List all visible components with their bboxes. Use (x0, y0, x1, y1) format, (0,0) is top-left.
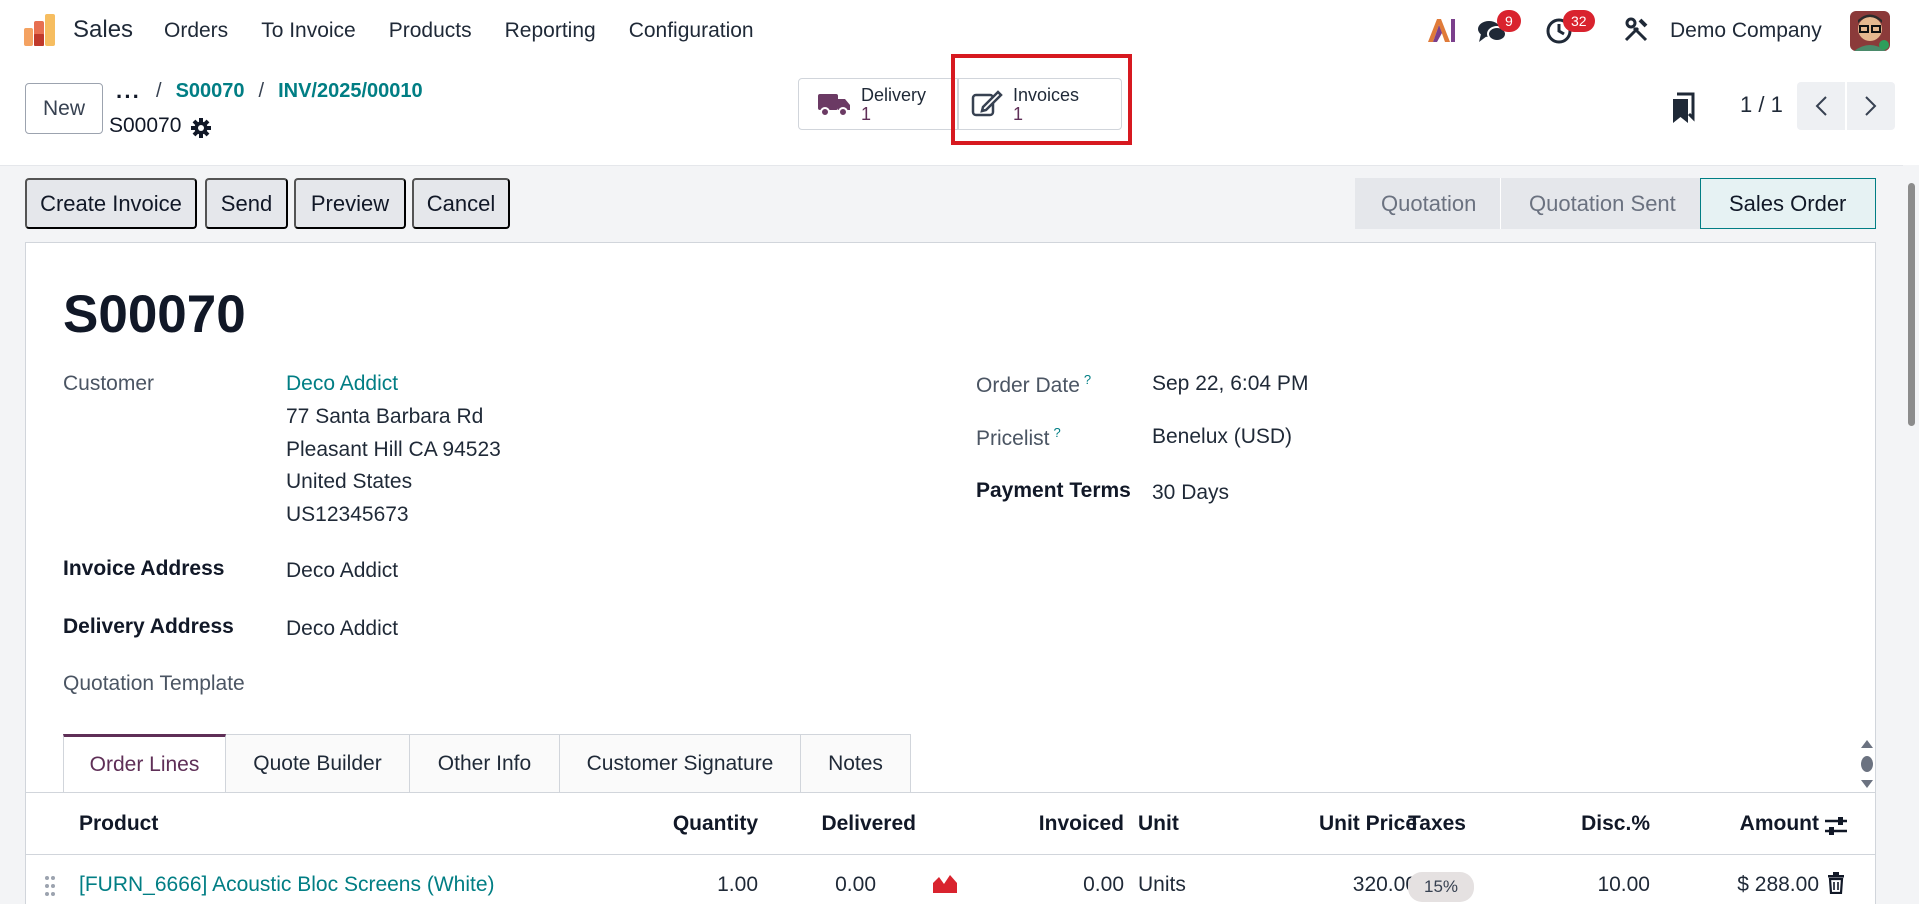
stage-quotation-sent[interactable]: Quotation Sent (1500, 178, 1700, 229)
row-quantity[interactable]: 1.00 (717, 873, 758, 897)
main-menu: Orders To Invoice Products Reporting Con… (164, 19, 787, 43)
invoice-address-label: Invoice Address (63, 557, 225, 580)
payment-terms-field[interactable]: 30 Days (1152, 481, 1229, 505)
customer-vat: US12345673 (286, 503, 409, 526)
status-bar: Quotation Quotation Sent Sales Order (1355, 178, 1876, 229)
delivery-smart-button[interactable]: Delivery 1 (798, 78, 958, 130)
sales-app-icon[interactable] (22, 12, 58, 48)
customer-address-line: 77 Santa Barbara Rd (286, 405, 484, 428)
gear-icon[interactable] (190, 117, 212, 139)
delivery-address-label: Delivery Address (63, 615, 234, 638)
order-lines-header: Product Quantity Delivered Invoiced Unit… (25, 795, 1876, 855)
activities-badge: 32 (1563, 10, 1595, 32)
debug-tools-icon[interactable] (1623, 17, 1649, 43)
column-header-unit-price[interactable]: Unit Price (1319, 812, 1417, 836)
row-invoiced: 0.00 (1083, 873, 1124, 896)
tab-other-info[interactable]: Other Info (410, 734, 560, 792)
quotation-template-label: Quotation Template (63, 672, 245, 695)
stage-quotation[interactable]: Quotation (1355, 178, 1500, 229)
column-header-invoiced[interactable]: Invoiced (1039, 812, 1124, 836)
create-invoice-button[interactable]: Create Invoice (25, 178, 197, 229)
chevron-left-icon (1815, 96, 1827, 116)
app-name[interactable]: Sales (73, 16, 133, 44)
delivery-address-field[interactable]: Deco Addict (286, 617, 398, 641)
user-avatar[interactable] (1850, 11, 1890, 51)
cancel-button[interactable]: Cancel (412, 178, 510, 229)
row-discount[interactable]: 10.00 (1597, 873, 1650, 897)
tabs-scroll-icon[interactable] (1860, 738, 1874, 790)
ai-icon[interactable] (1426, 16, 1456, 44)
column-header-unit[interactable]: Unit (1138, 812, 1179, 836)
row-delivered: 0.00 (835, 873, 876, 896)
tab-notes[interactable]: Notes (801, 734, 911, 792)
form-tabs: Order Lines Quote Builder Other Info Cus… (63, 734, 911, 792)
column-header-amount[interactable]: Amount (1740, 812, 1819, 836)
tab-customer-signature[interactable]: Customer Signature (560, 734, 801, 792)
order-date-label: Order Date? (976, 372, 1092, 397)
drag-handle-icon[interactable] (44, 875, 56, 897)
delivery-count: 1 (861, 104, 872, 124)
preview-button[interactable]: Preview (294, 178, 406, 229)
pricelist-field[interactable]: Benelux (USD) (1152, 425, 1292, 449)
order-date-field[interactable]: Sep 22, 6:04 PM (1152, 372, 1308, 396)
current-record-name: S00070 (109, 114, 182, 137)
column-header-quantity[interactable]: Quantity (673, 812, 758, 836)
customer-address-line: United States (286, 470, 413, 493)
optional-columns-icon[interactable] (1823, 815, 1849, 837)
breadcrumb-separator: / (258, 80, 265, 102)
menu-item-products[interactable]: Products (389, 19, 472, 43)
breadcrumb-separator: / (156, 80, 162, 102)
customer-label: Customer (63, 372, 155, 395)
breadcrumb: / S00070 / INV/2025/00010 (156, 80, 423, 103)
column-header-product[interactable]: Product (79, 812, 158, 836)
menu-item-configuration[interactable]: Configuration (629, 19, 754, 43)
help-tooltip-icon[interactable]: ? (1054, 425, 1061, 440)
scrollbar-thumb[interactable] (1908, 183, 1915, 426)
invoice-address-field[interactable]: Deco Addict (286, 559, 398, 583)
pager-next-button[interactable] (1847, 82, 1895, 130)
stage-sales-order[interactable]: Sales Order (1700, 178, 1876, 229)
more-actions-icon[interactable]: ··· (116, 84, 141, 110)
forecast-chart-icon[interactable] (932, 873, 958, 893)
bookmark-icon[interactable] (1671, 92, 1695, 124)
top-navbar: Sales Orders To Invoice Products Reporti… (0, 0, 1919, 62)
messages-badge: 9 (1497, 10, 1521, 32)
tab-order-lines[interactable]: Order Lines (63, 734, 226, 792)
breadcrumb-item-invoice[interactable]: INV/2025/00010 (278, 80, 423, 103)
menu-item-orders[interactable]: Orders (164, 19, 228, 43)
tab-quote-builder[interactable]: Quote Builder (226, 734, 410, 792)
customer-address-line: Pleasant Hill CA 94523 (286, 438, 501, 461)
row-amount: $ 288.00 (1737, 873, 1819, 896)
company-switcher[interactable]: Demo Company (1670, 19, 1822, 43)
tabs-divider (25, 792, 1876, 793)
delivery-label: Delivery (861, 85, 927, 105)
breadcrumb-item-order[interactable]: S00070 (176, 80, 245, 103)
payment-terms-label: Payment Terms (976, 479, 1131, 502)
customer-field[interactable]: Deco Addict (286, 372, 398, 396)
table-row[interactable]: [FURN_6666] Acoustic Bloc Screens (White… (25, 856, 1876, 904)
menu-item-to-invoice[interactable]: To Invoice (261, 19, 356, 43)
column-header-taxes[interactable]: Taxes (1408, 812, 1466, 836)
highlight-box (951, 54, 1132, 145)
trash-icon[interactable] (1827, 872, 1845, 894)
pager-previous-button[interactable] (1797, 82, 1845, 130)
pricelist-label: Pricelist? (976, 425, 1061, 450)
menu-item-reporting[interactable]: Reporting (505, 19, 596, 43)
column-header-delivered[interactable]: Delivered (821, 812, 916, 836)
new-button[interactable]: New (25, 83, 103, 134)
help-tooltip-icon[interactable]: ? (1084, 372, 1091, 387)
send-button[interactable]: Send (205, 178, 288, 229)
row-unit[interactable]: Units (1138, 873, 1186, 897)
column-header-discount[interactable]: Disc.% (1581, 812, 1650, 836)
row-product[interactable]: [FURN_6666] Acoustic Bloc Screens (White… (79, 873, 495, 897)
page-title: S00070 (63, 285, 246, 344)
row-tax-badge[interactable]: 15% (1408, 872, 1475, 902)
chevron-right-icon (1865, 96, 1877, 116)
pager-value[interactable]: 1 / 1 (1740, 92, 1783, 118)
truck-icon (818, 94, 850, 117)
